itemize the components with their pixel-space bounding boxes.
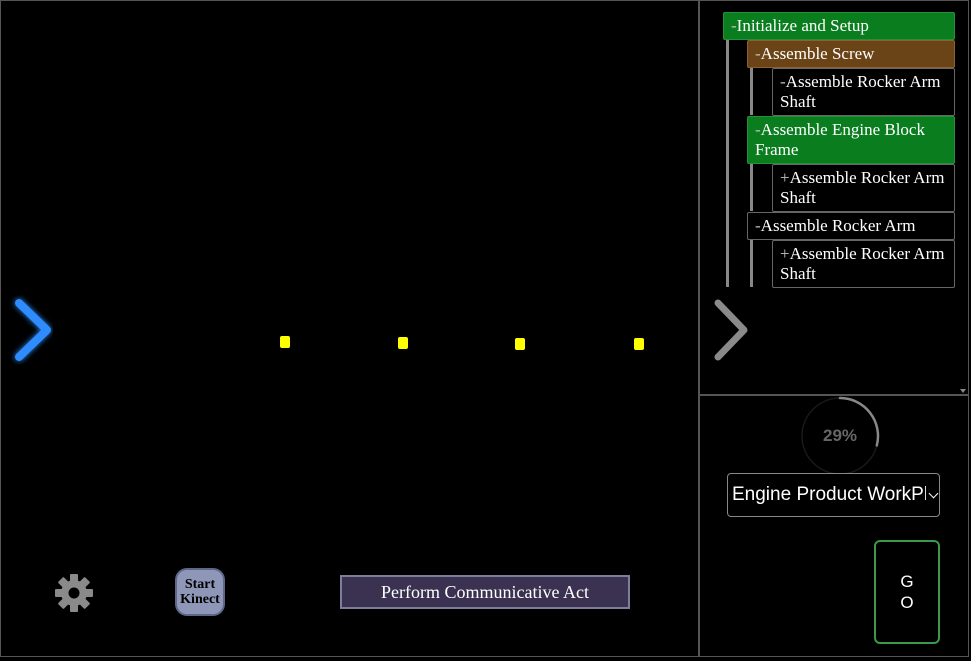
task-tree-panel: -Initialize and Setup -Assemble Screw -A… [699, 0, 969, 395]
tree-connector [726, 39, 729, 287]
tree-node-assemble-rocker-arm-shaft[interactable]: -Assemble Rocker Arm Shaft [772, 68, 955, 116]
tree-node-label: Initialize and Setup [736, 16, 869, 35]
tree-node-label: Assemble Screw [760, 44, 875, 63]
tree-node-label: Assemble Engine Block Frame [755, 120, 925, 159]
tree-node-assemble-rocker-arm[interactable]: -Assemble Rocker Arm [747, 212, 955, 240]
marker-dot [634, 338, 644, 350]
tree-node-label: Assemble Rocker Arm Shaft [780, 72, 941, 111]
workplan-select[interactable]: Engine Product WorkPlan [727, 473, 940, 517]
chevron-right-icon[interactable] [9, 295, 53, 365]
tree-node-assemble-screw[interactable]: -Assemble Screw [747, 40, 955, 68]
tree-node-assemble-engine-block-frame[interactable]: -Assemble Engine Block Frame [747, 116, 955, 164]
tree-node-assemble-rocker-arm-shaft[interactable]: +Assemble Rocker Arm Shaft [772, 240, 955, 288]
workplan-selected-value: Engine Product WorkPlan [732, 484, 926, 505]
marker-dot [515, 338, 525, 350]
gear-icon[interactable] [53, 572, 95, 614]
chevron-right-icon[interactable] [712, 297, 756, 367]
tree-node-initialize-and-setup[interactable]: -Initialize and Setup [723, 12, 955, 40]
tree-node-label: Assemble Rocker Arm [760, 216, 916, 235]
start-kinect-button[interactable]: Start Kinect [175, 568, 225, 616]
progress-percent: 29% [822, 426, 858, 445]
tree-connector [750, 239, 753, 287]
tree-node-assemble-rocker-arm-shaft[interactable]: +Assemble Rocker Arm Shaft [772, 164, 955, 212]
tree-connector [750, 163, 753, 211]
tree-node-label: Assemble Rocker Arm Shaft [780, 168, 945, 207]
expand-toggle[interactable]: + [780, 168, 790, 187]
perform-communicative-act-button[interactable]: Perform Communicative Act [340, 575, 630, 609]
expand-toggle[interactable]: + [780, 244, 790, 263]
marker-dot [280, 336, 290, 348]
main-workspace: Start Kinect Perform Communicative Act [0, 0, 699, 657]
go-button[interactable]: GO [874, 540, 940, 644]
chevron-down-icon [928, 488, 939, 499]
tree-connector [750, 67, 753, 115]
scroll-down-arrow[interactable] [960, 389, 966, 393]
control-panel: 29% Engine Product WorkPlan GO [699, 395, 969, 657]
marker-dot [398, 337, 408, 349]
tree-node-label: Assemble Rocker Arm Shaft [780, 244, 945, 283]
